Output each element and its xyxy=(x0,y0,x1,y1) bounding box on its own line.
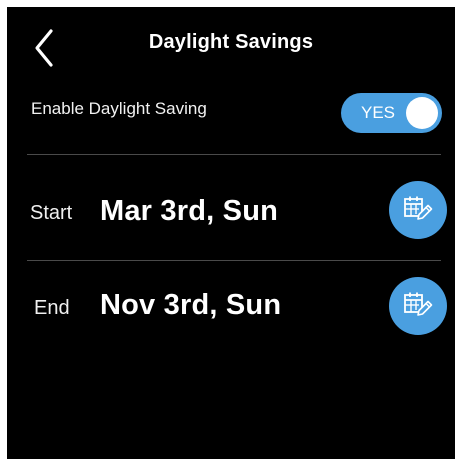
edit-end-date-button[interactable] xyxy=(389,277,447,335)
end-label: End xyxy=(34,297,70,319)
daylight-saving-toggle[interactable]: YES xyxy=(341,93,442,133)
divider xyxy=(27,154,441,155)
calendar-edit-icon xyxy=(404,292,433,316)
edit-start-date-button[interactable] xyxy=(389,181,447,239)
end-date-value: Nov 3rd, Sun xyxy=(100,289,282,321)
daylight-savings-screen: Daylight Savings Enable Daylight Saving … xyxy=(7,7,455,459)
toggle-state-label: YES xyxy=(361,103,396,122)
start-date-value: Mar 3rd, Sun xyxy=(100,195,279,227)
start-label: Start xyxy=(30,202,73,224)
calendar-edit-icon xyxy=(404,196,433,220)
toggle-knob xyxy=(406,97,438,129)
divider xyxy=(27,260,441,261)
page-title: Daylight Savings xyxy=(148,31,314,53)
enable-daylight-saving-label: Enable Daylight Saving xyxy=(31,99,207,118)
